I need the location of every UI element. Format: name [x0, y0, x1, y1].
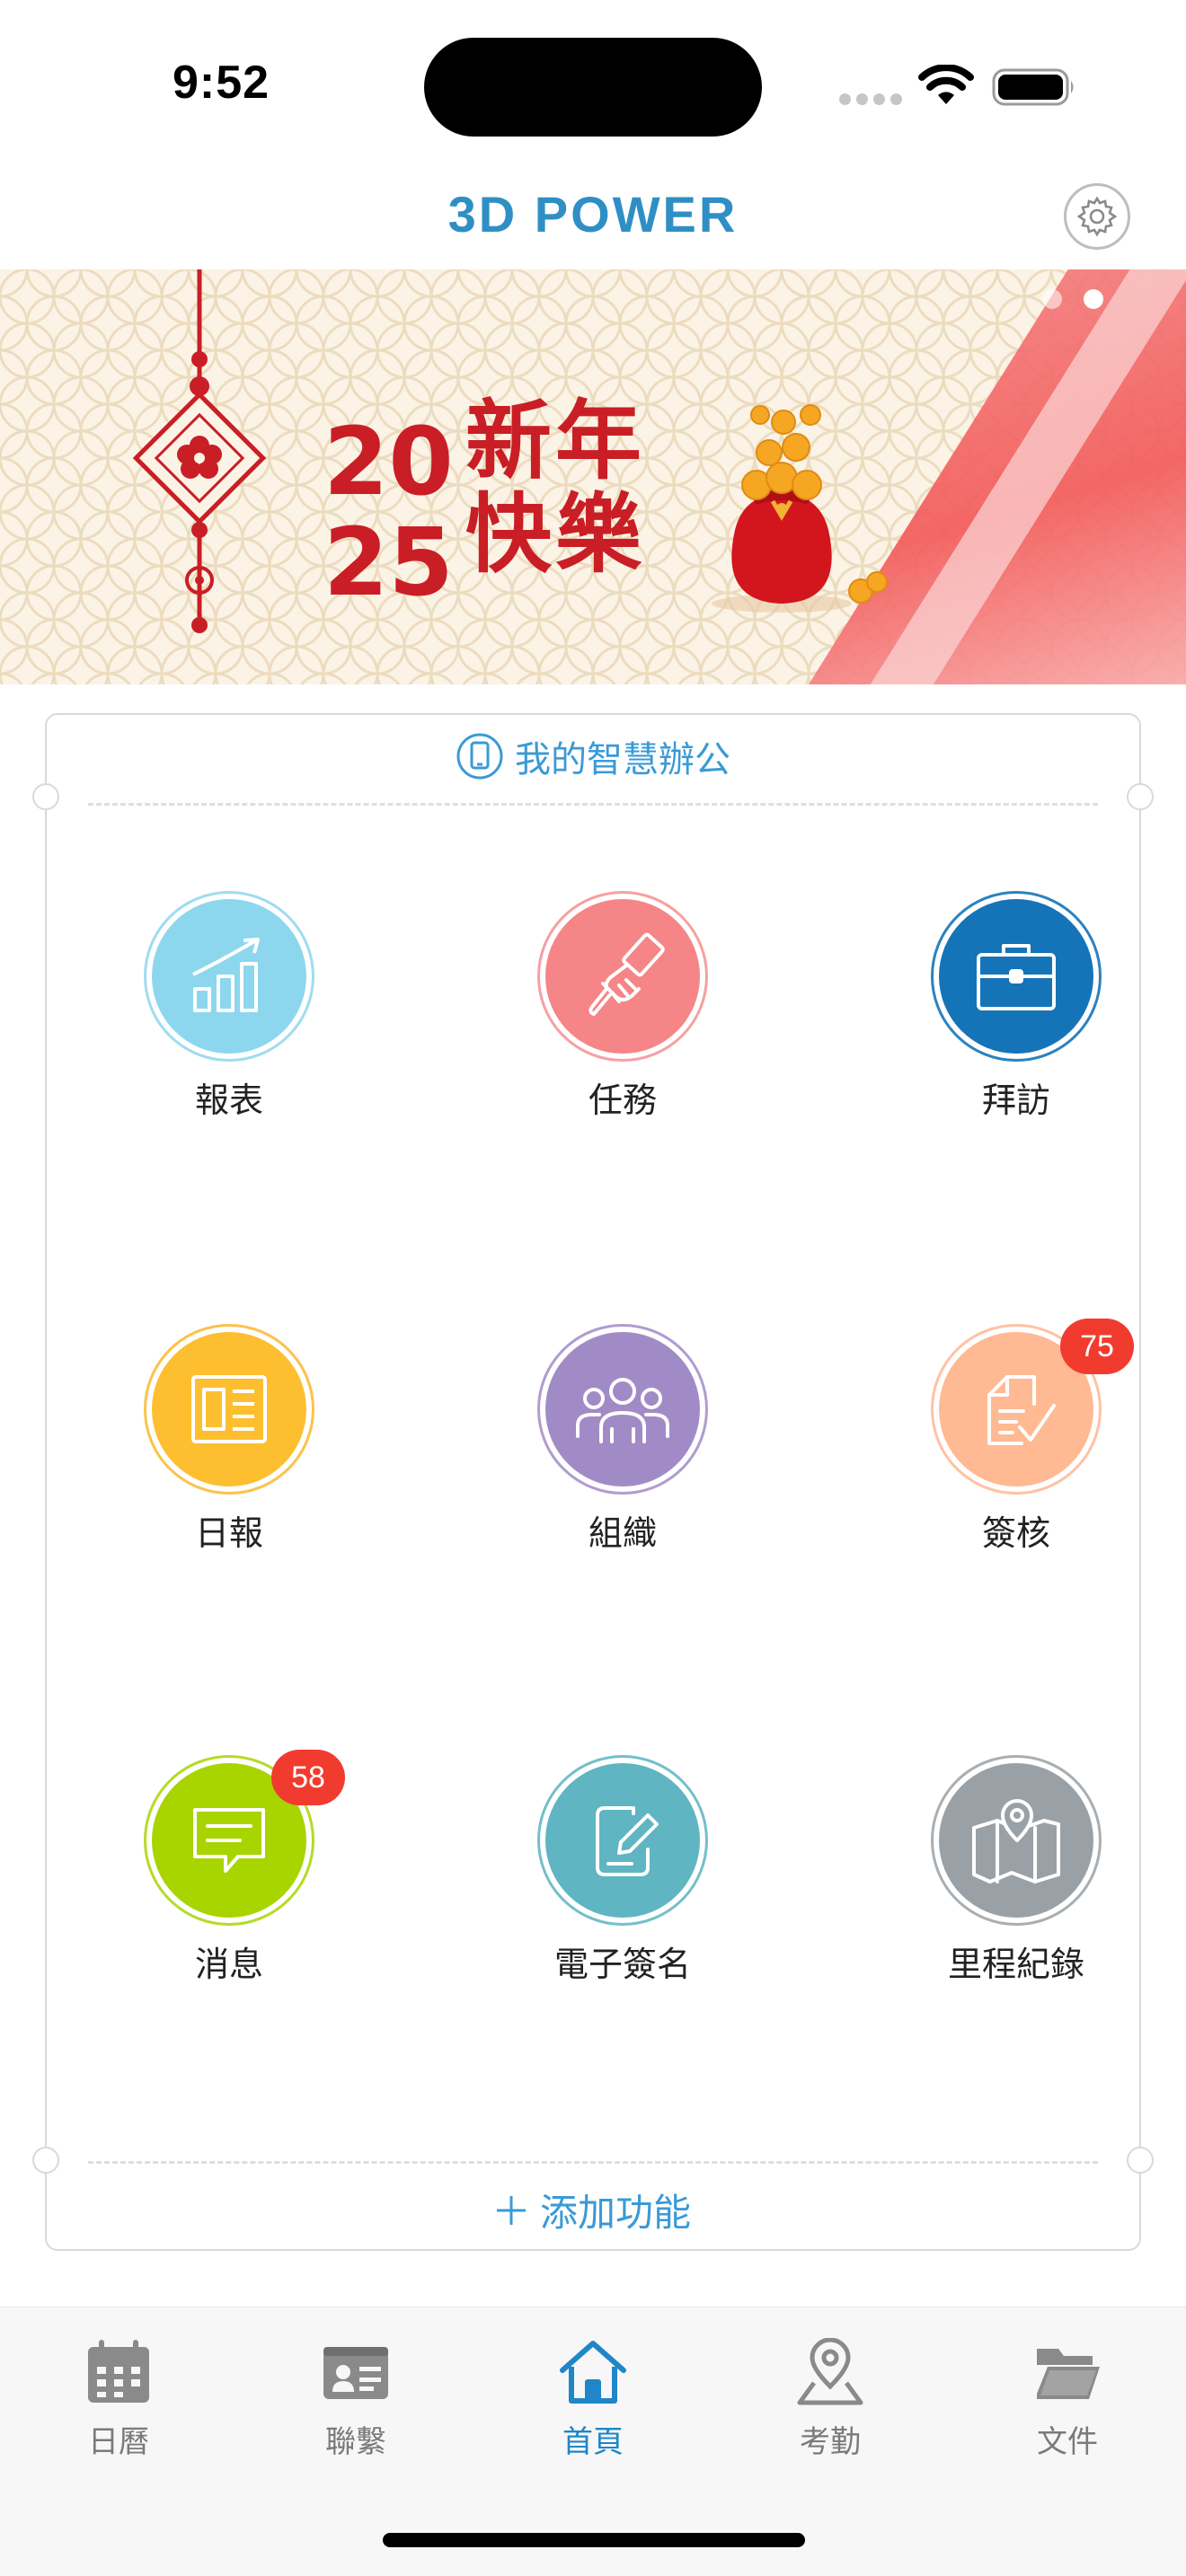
- tile-reports[interactable]: 報表: [81, 891, 350, 1125]
- tab-attendance[interactable]: 考勤: [740, 2338, 920, 2473]
- location-pin-icon: [797, 2338, 863, 2405]
- phone-icon: [456, 733, 503, 780]
- tile-tasks-ring: [537, 891, 708, 1062]
- card-notch-left-bottom: [32, 2147, 59, 2174]
- red-money-bag-icon: [712, 404, 888, 613]
- tile-organization[interactable]: 組織: [474, 1324, 744, 1557]
- messages-count-badge: 58: [271, 1750, 345, 1805]
- gear-icon: [1076, 196, 1118, 237]
- tab-calendar-label: 日曆: [88, 2424, 149, 2460]
- folder-icon: [1037, 2349, 1100, 2399]
- tab-attendance-label: 考勤: [800, 2424, 861, 2460]
- svg-text:25: 25: [323, 507, 449, 602]
- tile-reports-ring: [144, 891, 314, 1062]
- tile-e-signature-bg: [545, 1763, 700, 1918]
- add-feature-button[interactable]: 添加功能: [47, 2183, 1139, 2237]
- tile-organization-ring: [537, 1324, 708, 1495]
- tile-reports-bg: [152, 899, 306, 1054]
- people-group-icon: [576, 1378, 669, 1443]
- battery-icon: [992, 68, 1074, 106]
- newspaper-icon: [191, 1375, 267, 1443]
- card-notch-right-top: [1127, 783, 1154, 810]
- cellular-signal-icon: [839, 93, 902, 106]
- tile-tasks[interactable]: 任務: [474, 891, 744, 1125]
- tile-tasks-label: 任務: [588, 1081, 657, 1120]
- map-pin-icon: [972, 1799, 1060, 1883]
- tile-daily-report-bg: [152, 1332, 306, 1486]
- card-title-row: 我的智慧辦公: [47, 729, 1139, 783]
- tile-mileage-log-ring: [931, 1755, 1102, 1926]
- tab-documents-label: 文件: [1037, 2424, 1098, 2460]
- tile-visits-label: 拜訪: [981, 1081, 1050, 1120]
- tile-daily-report-label: 日報: [194, 1513, 263, 1553]
- tab-documents[interactable]: 文件: [978, 2338, 1157, 2473]
- carousel-dot-1[interactable]: [1042, 289, 1062, 309]
- chart-growth-icon: [192, 938, 260, 1012]
- tile-messages[interactable]: 58 消息: [81, 1750, 350, 1989]
- wifi-icon: [918, 65, 974, 104]
- approval-count-badge: 75: [1060, 1319, 1134, 1374]
- tile-approval[interactable]: 75 簽核: [868, 1319, 1137, 1557]
- carousel-dot-2-active[interactable]: [1084, 289, 1103, 309]
- tile-e-signature[interactable]: 電子簽名: [474, 1755, 744, 1989]
- card-title: 我的智慧辦公: [515, 739, 730, 781]
- card-divider-top: [88, 803, 1098, 806]
- tile-approval-label: 簽核: [981, 1513, 1050, 1553]
- tile-mileage-log-bg: [939, 1763, 1093, 1918]
- home-indicator: [383, 2533, 805, 2547]
- tile-mileage-log-label: 里程紀錄: [947, 1945, 1084, 1984]
- pointing-hand-icon: [589, 932, 665, 1016]
- banner-greeting-line1: 新年: [465, 391, 645, 491]
- tab-home-label: 首頁: [562, 2424, 624, 2460]
- tab-contacts[interactable]: 聯繫: [266, 2338, 446, 2473]
- tile-daily-report[interactable]: 日報: [81, 1324, 350, 1557]
- document-check-icon: [987, 1375, 1056, 1445]
- signature-pen-icon: [596, 1806, 659, 1876]
- chinese-knot-ornament: [132, 269, 267, 633]
- smart-office-card: 我的智慧辦公 報表 任務 拜訪 日報 組織 75 簽核 58 消息 電子簽名 里…: [32, 713, 1154, 2251]
- add-feature-label: 添加功能: [539, 2191, 691, 2235]
- tab-calendar[interactable]: 日曆: [29, 2338, 208, 2473]
- tile-organization-bg: [545, 1332, 700, 1486]
- card-divider-bottom: [88, 2161, 1098, 2164]
- tile-visits-ring: [931, 891, 1102, 1062]
- tile-mileage-log[interactable]: 里程紀錄: [868, 1755, 1137, 1989]
- tile-e-signature-ring: [537, 1755, 708, 1926]
- tile-visits[interactable]: 拜訪: [868, 891, 1137, 1125]
- tile-daily-report-ring: [144, 1324, 314, 1495]
- plus-icon: [496, 2195, 526, 2225]
- briefcase-icon: [977, 944, 1056, 1010]
- promo-banner[interactable]: 20 25 新年 快樂: [0, 269, 1186, 684]
- carousel-dots[interactable]: [1042, 289, 1114, 311]
- tile-tasks-bg: [545, 899, 700, 1054]
- banner-year: 20 25: [323, 407, 449, 602]
- card-notch-right-bottom: [1127, 2147, 1154, 2174]
- contact-card-icon: [323, 2347, 388, 2399]
- tile-messages-label: 消息: [194, 1945, 263, 1984]
- banner-greeting-line2: 快樂: [465, 483, 645, 585]
- calendar-icon: [88, 2340, 149, 2403]
- status-bar: 9:52: [0, 0, 1186, 153]
- home-icon: [560, 2341, 626, 2404]
- dynamic-island: [424, 38, 762, 137]
- svg-text:20: 20: [323, 407, 449, 516]
- tile-organization-label: 組織: [588, 1513, 657, 1553]
- app-title: 3D POWER: [447, 186, 739, 243]
- tile-visits-bg: [939, 899, 1093, 1054]
- tile-e-signature-label: 電子簽名: [553, 1945, 691, 1984]
- card-notch-left-top: [32, 783, 59, 810]
- status-time: 9:52: [173, 57, 270, 109]
- tile-reports-label: 報表: [194, 1081, 263, 1120]
- tab-contacts-label: 聯繫: [325, 2424, 386, 2460]
- message-icon: [193, 1808, 265, 1873]
- tab-home[interactable]: 首頁: [503, 2338, 683, 2473]
- app-header: 3D POWER: [0, 153, 1186, 269]
- settings-button[interactable]: [1064, 183, 1130, 250]
- banner-greeting: 新年 快樂: [465, 391, 645, 585]
